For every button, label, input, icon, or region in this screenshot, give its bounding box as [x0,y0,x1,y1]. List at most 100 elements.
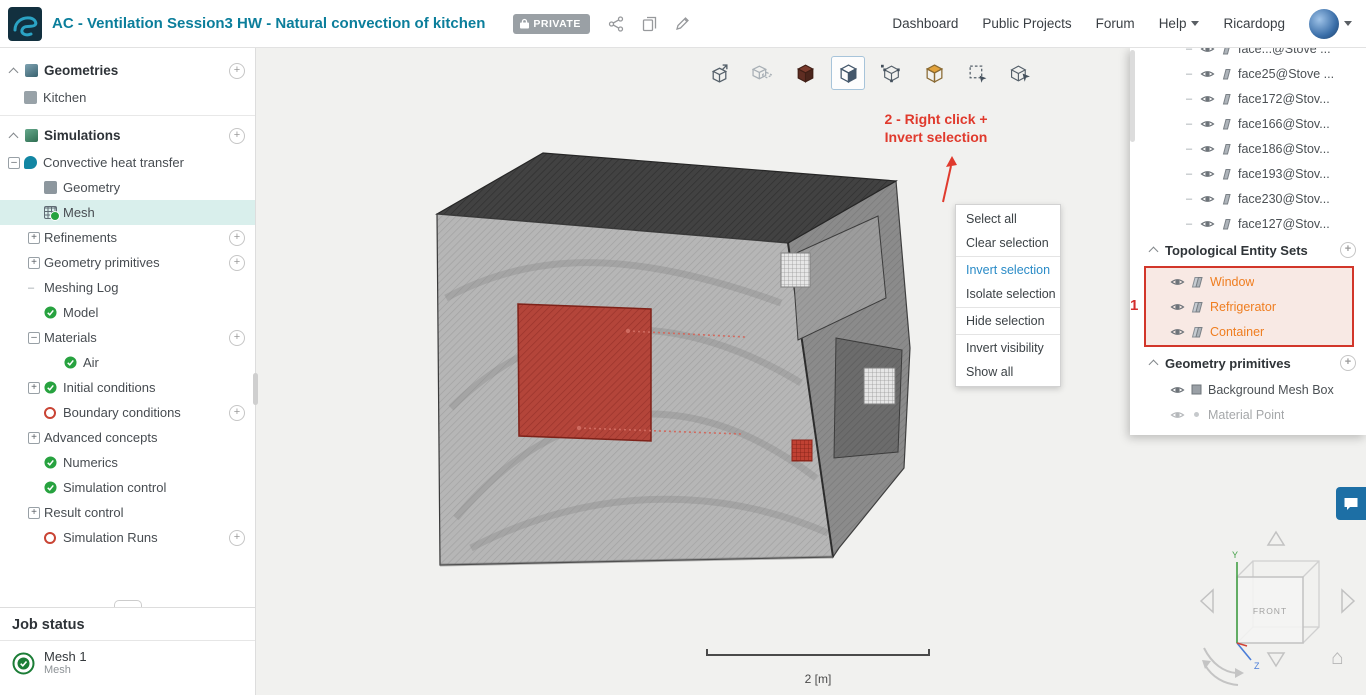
eye-icon[interactable] [1200,48,1215,54]
add-entity-set-button[interactable]: + [1340,242,1356,258]
box-select-button[interactable] [960,56,994,90]
sidebar-item-simulation-runs[interactable]: Simulation Runs + [0,525,255,550]
sidebar-item-initial-conditions[interactable]: + Initial conditions [0,375,255,400]
sidebar-item-refinements[interactable]: + Refinements + [0,225,255,250]
expand-icon[interactable]: + [28,381,40,394]
eye-icon[interactable] [1200,69,1215,79]
caret-expanded-icon[interactable] [1148,359,1159,370]
expand-icon[interactable]: + [28,256,40,269]
sidebar-item-air[interactable]: Air [0,350,255,375]
nav-username[interactable]: Ricardopg [1223,16,1285,31]
collapse-icon[interactable]: – [28,331,40,344]
chat-support-button[interactable] [1336,487,1366,520]
sidebar-item-convective-heat-transfer[interactable]: – Convective heat transfer [0,150,255,175]
sidebar-item-geometry[interactable]: Geometry [0,175,255,200]
edit-icon[interactable] [675,16,690,31]
kitchen-mesh-model[interactable] [435,152,911,567]
nav-forum[interactable]: Forum [1096,16,1135,31]
rotate-up-arrow[interactable] [1266,530,1286,546]
add-boundary-condition-button[interactable]: + [229,404,245,421]
geometry-primitives-header[interactable]: Geometry primitives + [1130,349,1366,377]
surface-select-button[interactable] [917,56,951,90]
job-status-row[interactable]: Mesh 1 Mesh [0,641,255,685]
selected-face-window[interactable] [517,303,652,442]
sidebar-item-advanced-concepts[interactable]: + Advanced concepts [0,425,255,450]
eye-icon[interactable] [1200,194,1215,204]
sidebar-item-mesh[interactable]: Mesh [0,200,255,225]
panel-scrollbar[interactable] [1130,50,1135,142]
selected-face-small[interactable] [791,439,813,462]
eye-icon[interactable] [1200,219,1215,229]
sidebar-resize-handle[interactable] [253,373,258,405]
eye-icon[interactable] [1170,410,1185,420]
sidebar-item-boundary-conditions[interactable]: Boundary conditions + [0,400,255,425]
tree-row-container[interactable]: Container [1146,319,1352,344]
menu-item-invert-visibility[interactable]: Invert visibility [956,336,1060,360]
menu-item-invert-selection[interactable]: Invert selection [956,258,1060,282]
pick-select-button[interactable] [1003,56,1037,90]
tree-row-face[interactable]: – face172@Stov... [1130,86,1366,111]
add-simulation-button[interactable]: + [229,127,245,144]
tree-row-face[interactable]: – face25@Stove ... [1130,61,1366,86]
add-material-button[interactable]: + [229,329,245,346]
nav-dashboard[interactable]: Dashboard [892,16,958,31]
expand-icon[interactable]: + [28,431,40,444]
share-icon[interactable] [608,15,624,32]
sidebar-item-kitchen[interactable]: Kitchen [0,85,255,110]
tree-row-refrigerator[interactable]: Refrigerator [1146,294,1352,319]
tree-row-window[interactable]: Window [1146,269,1352,294]
sidebar-item-simulation-control[interactable]: Simulation control [0,475,255,500]
face-select-button[interactable] [831,56,865,90]
tree-row-face[interactable]: – face186@Stov... [1130,136,1366,161]
add-refinement-button[interactable]: + [229,229,245,246]
menu-item-show-all[interactable]: Show all [956,360,1060,384]
rotate-gesture-arrows[interactable] [1203,647,1239,686]
sidebar-item-geometries[interactable]: Geometries + [0,56,255,85]
fit-view-button[interactable] [702,56,736,90]
eye-icon[interactable] [1200,94,1215,104]
sidebar-item-simulations[interactable]: Simulations + [0,121,255,150]
tree-row-face[interactable]: – face127@Stov... [1130,211,1366,236]
expand-icon[interactable]: + [28,506,40,519]
menu-item-hide-selection[interactable]: Hide selection [956,309,1060,333]
simscale-logo-icon[interactable] [8,6,42,41]
user-menu[interactable] [1309,8,1352,39]
tree-row-face[interactable]: – face193@Stov... [1130,161,1366,186]
nav-help[interactable]: Help [1159,16,1200,31]
rotate-left-arrow[interactable] [1199,588,1214,614]
caret-expanded-icon[interactable] [1148,246,1159,257]
eye-icon[interactable] [1170,277,1185,287]
rotate-down-arrow[interactable] [1266,652,1286,668]
menu-item-select-all[interactable]: Select all [956,207,1060,231]
eye-icon[interactable] [1170,385,1185,395]
add-primitive-button[interactable]: + [1340,355,1356,371]
sidebar-item-numerics[interactable]: Numerics [0,450,255,475]
home-view-icon[interactable]: ⌂ [1331,646,1344,670]
tree-row-face[interactable]: – face166@Stov... [1130,111,1366,136]
expand-icon[interactable]: + [28,231,40,244]
menu-item-clear-selection[interactable]: Clear selection [956,231,1060,255]
volume-select-button[interactable] [788,56,822,90]
tree-row-background-mesh-box[interactable]: Background Mesh Box [1130,377,1366,402]
sidebar-item-result-control[interactable]: + Result control [0,500,255,525]
tree-row-face[interactable]: – face230@Stov... [1130,186,1366,211]
vertex-select-button[interactable] [874,56,908,90]
tree-row-material-point[interactable]: Material Point [1130,402,1366,427]
sidebar-item-geometry-primitives[interactable]: + Geometry primitives + [0,250,255,275]
add-geometry-button[interactable]: + [229,62,245,79]
add-primitive-button[interactable]: + [229,254,245,271]
rotate-right-arrow[interactable] [1341,588,1356,614]
eye-icon[interactable] [1200,144,1215,154]
menu-item-isolate-selection[interactable]: Isolate selection [956,282,1060,306]
sidebar-item-meshing-log[interactable]: – Meshing Log [0,275,255,300]
caret-expanded-icon[interactable] [8,67,19,77]
add-run-button[interactable]: + [229,529,245,546]
eye-icon[interactable] [1200,119,1215,129]
hide-selection-button[interactable] [745,56,779,90]
sidebar-item-model[interactable]: Model [0,300,255,325]
eye-icon[interactable] [1170,327,1185,337]
copy-icon[interactable] [642,16,657,32]
eye-icon[interactable] [1200,169,1215,179]
eye-icon[interactable] [1170,302,1185,312]
nav-public-projects[interactable]: Public Projects [982,16,1071,31]
